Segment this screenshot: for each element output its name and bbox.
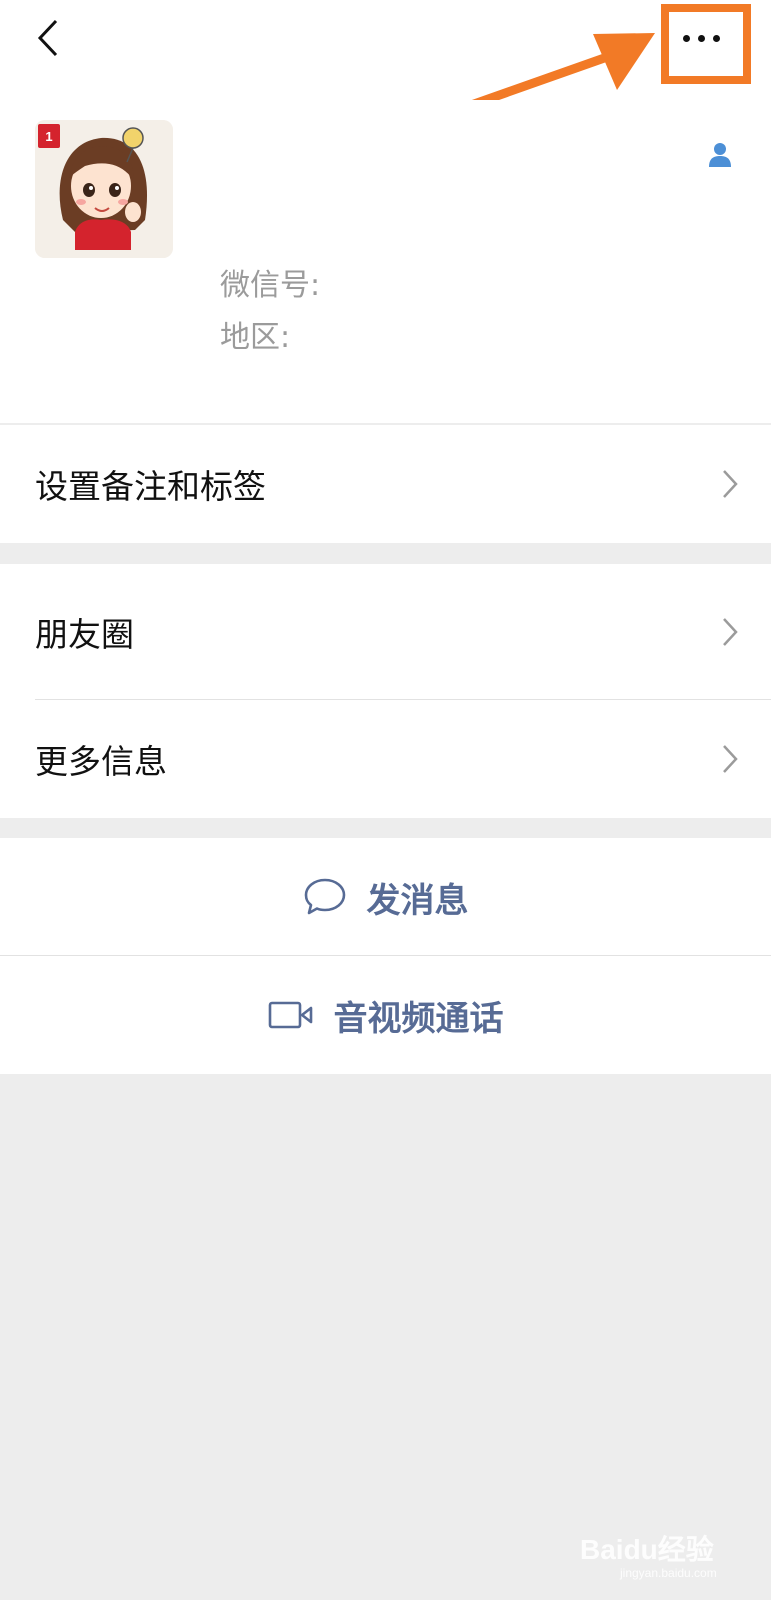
- chevron-right-icon: [723, 470, 738, 498]
- top-bar: [0, 0, 771, 100]
- list-item-label: 更多信息: [35, 742, 167, 781]
- profile-card: 1 微信号: 地区:: [0, 100, 771, 423]
- watermark-brand: Baidu经验: [580, 1534, 714, 1565]
- list-item-remark-tags[interactable]: 设置备注和标签: [0, 425, 771, 543]
- more-dots-icon: [682, 34, 720, 42]
- chevron-left-icon: [37, 19, 58, 57]
- info-group: 朋友圈 更多信息: [0, 564, 771, 818]
- list-item-moments[interactable]: 朋友圈: [0, 564, 771, 700]
- more-button[interactable]: [658, 4, 744, 72]
- list-item-label: 朋友圈: [35, 615, 134, 654]
- list-item-label: 设置备注和标签: [35, 467, 266, 506]
- video-camera-icon: [268, 1001, 312, 1029]
- chevron-right-icon: [723, 618, 738, 646]
- video-call-label: 音视频通话: [333, 998, 504, 1039]
- back-button[interactable]: [22, 12, 74, 64]
- badge: 1: [38, 124, 60, 148]
- send-message-label: 发消息: [366, 880, 469, 921]
- list-item-more-info[interactable]: 更多信息: [0, 700, 771, 818]
- send-message-button[interactable]: 发消息: [0, 838, 771, 956]
- wechat-id-label: 微信号:: [220, 268, 321, 303]
- remark-group: 设置备注和标签: [0, 425, 771, 543]
- person-icon[interactable]: [706, 140, 734, 168]
- region-label: 地区:: [220, 320, 291, 355]
- video-call-button[interactable]: 音视频通话: [0, 956, 771, 1074]
- chat-bubble-icon: [304, 878, 345, 915]
- chevron-right-icon: [723, 745, 738, 773]
- actions-group: 发消息 音视频通话: [0, 838, 771, 1074]
- watermark-url: jingyan.baidu.com: [620, 1566, 717, 1580]
